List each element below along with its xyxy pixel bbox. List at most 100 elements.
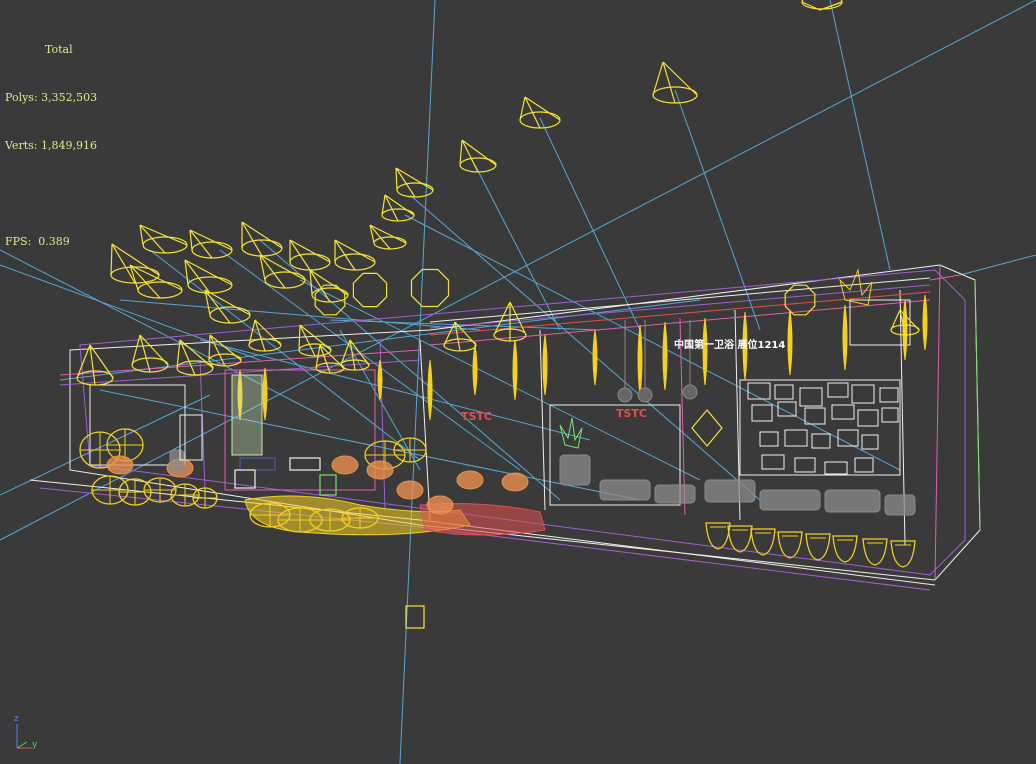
wireframe-scene[interactable]: 中国第一卫浴 展位1214 TSTC TSTC — [0, 0, 1036, 764]
pendant-lamp — [262, 367, 268, 421]
polys-value: 3,352,503 — [41, 91, 98, 104]
wall-frame — [879, 387, 899, 403]
wall-frame — [784, 429, 808, 447]
wall-frame — [794, 457, 816, 473]
pendant-lamp — [842, 304, 848, 371]
cone-light-icon — [519, 96, 561, 129]
wall-frame — [854, 457, 874, 473]
fps-label: FPS: — [5, 235, 32, 248]
cone-edge — [111, 243, 136, 284]
wall-frame — [804, 407, 826, 425]
pendant-lamp — [662, 321, 668, 391]
cone-light-icon — [184, 259, 233, 294]
gray-sofa — [704, 479, 756, 503]
cone-light-icon — [801, 0, 843, 11]
cone-edge — [208, 334, 211, 361]
verts-label: Verts: — [5, 139, 38, 152]
selected-box[interactable] — [405, 605, 425, 629]
cone-edge — [241, 221, 263, 257]
perspective-viewport[interactable]: 中国第一卫浴 展位1214 TSTC TSTC Total Polys: 3,3… — [0, 0, 1036, 764]
cone-edge — [334, 239, 356, 271]
gray-sofa — [824, 489, 881, 513]
cone-edge — [189, 229, 213, 259]
orange-basin — [106, 455, 134, 475]
cone-light-icon — [248, 319, 282, 352]
cone-base — [137, 281, 183, 299]
orange-basin — [331, 455, 359, 475]
pendant-lamp — [542, 334, 548, 396]
cone-light-icon — [204, 289, 251, 324]
fixture — [289, 457, 321, 471]
cone-light-icon — [459, 139, 497, 173]
cone-light-icon — [369, 224, 407, 250]
cone-light-icon — [110, 243, 160, 284]
cone-light-icon — [241, 221, 283, 257]
verts-value: 1,849,916 — [40, 139, 97, 152]
fixture — [319, 474, 337, 496]
cone-edge — [139, 224, 188, 246]
cone-edge — [298, 324, 301, 351]
cone-light-icon — [131, 334, 169, 373]
gray-sofa — [599, 479, 651, 501]
wall-frame — [827, 382, 849, 398]
orange-basin — [501, 472, 529, 492]
cone-edge — [289, 239, 311, 271]
pendant-lamp — [592, 329, 598, 386]
stats-title: Total — [45, 43, 73, 56]
cone-base — [191, 241, 233, 259]
cone-edge — [241, 221, 283, 249]
stats-fps: FPS: 0.389 — [5, 234, 97, 250]
pendant-lamps — [237, 294, 928, 421]
orange-basin — [396, 480, 424, 500]
cone-edge — [395, 167, 398, 191]
cone-edge — [334, 239, 376, 263]
wall-frame — [774, 384, 794, 400]
gray-sofa — [169, 449, 185, 473]
wall-frame — [824, 461, 848, 475]
stats-polys: Polys: 3,352,503 — [5, 90, 97, 106]
cone-edge — [184, 259, 233, 286]
cone-base — [381, 208, 415, 222]
orange-basin — [456, 470, 484, 490]
cone-light-icon — [129, 264, 183, 299]
stats-spacer — [5, 186, 97, 202]
wall-frame — [861, 434, 879, 450]
logo-right: TSTC — [616, 407, 647, 420]
gray-sofa — [884, 494, 916, 516]
booth-frame — [29, 264, 981, 591]
pendant-lamp — [472, 344, 478, 396]
cone-edge — [179, 339, 196, 376]
pendant-lamp — [512, 339, 518, 401]
fps-value: 0.389 — [38, 235, 70, 248]
wall-frame — [851, 384, 875, 404]
wall-frame — [881, 407, 899, 423]
stats-verts: Verts: 1,849,916 — [5, 138, 97, 154]
wall-frame — [747, 382, 771, 400]
pendant-lamp — [702, 317, 708, 386]
pendant-lamp — [787, 309, 793, 376]
wall-frame — [799, 387, 823, 407]
pendant-lamp — [922, 294, 928, 351]
round-lamp — [637, 387, 653, 403]
wall-frame — [831, 404, 855, 420]
axis-y-label: y — [32, 740, 38, 750]
orange-basin — [366, 460, 394, 480]
cone-light-icon — [652, 61, 698, 104]
cone-base — [519, 111, 561, 129]
cone-edge — [189, 229, 233, 251]
pendant-lamp — [377, 359, 383, 401]
cone-edge — [890, 309, 901, 331]
axis-z-label: z — [14, 714, 19, 724]
cone-edge — [461, 139, 497, 166]
cone-edge — [289, 239, 331, 263]
wall-frame — [761, 454, 785, 470]
cone-light-icon — [139, 224, 188, 254]
cone-edge — [139, 224, 166, 254]
light-rays — [0, 0, 1036, 764]
wall-frame — [751, 404, 773, 422]
pendant-lamp — [427, 359, 433, 421]
wall-frame — [811, 433, 831, 449]
cone-base — [241, 239, 283, 257]
round-lamp — [617, 387, 633, 403]
cone-light-icon — [289, 239, 331, 271]
